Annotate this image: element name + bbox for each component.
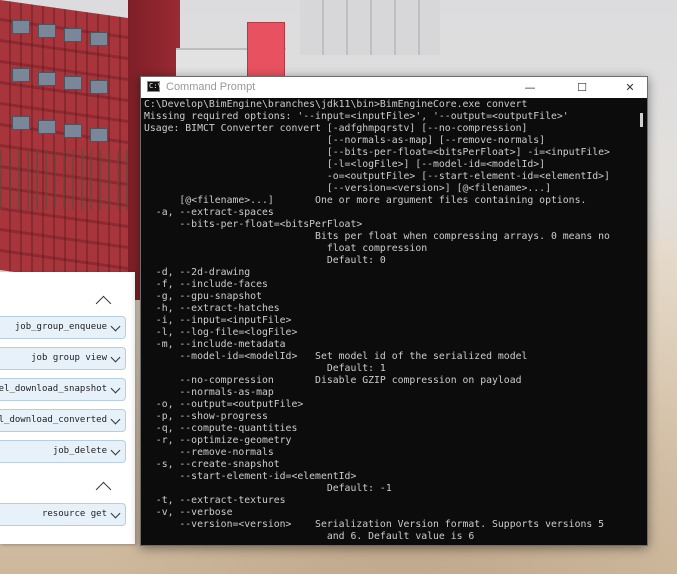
title-bar[interactable]: C:\ Command Prompt — ☐ ✕	[141, 77, 647, 98]
model-download-converted-button[interactable]: odel_download_converted	[0, 409, 126, 432]
job-group-view-button[interactable]: job group view	[0, 347, 126, 370]
building-window	[12, 20, 30, 34]
far-building	[300, 0, 440, 55]
chevron-down-icon[interactable]	[110, 508, 121, 519]
job-button-label: job_delete	[52, 446, 107, 456]
chevron-down-icon[interactable]	[110, 414, 121, 425]
console-line: [--bits-per-float=<bitsPerFloat>] -i=<in…	[144, 147, 610, 158]
resource-get-button[interactable]: resource get	[0, 503, 126, 526]
console-line: C:\Develop\BimEngine\branches\jdk11\bin>…	[144, 99, 528, 110]
console-line: --remove-normals	[144, 447, 274, 458]
console-line: -a, --extract-spaces	[144, 207, 274, 218]
building-window	[90, 128, 108, 142]
console-line: Default: -1	[144, 483, 392, 494]
building-window	[12, 116, 30, 130]
job-button-label: odel_download_converted	[0, 415, 107, 425]
console-line: -r, --optimize-geometry	[144, 435, 292, 446]
console-line: [@<filename>...] One or more argument fi…	[144, 195, 587, 206]
console-line: Default: 1	[144, 363, 386, 374]
pink-block	[247, 22, 285, 80]
building-window	[90, 80, 108, 94]
cmd-app-icon: C:\	[147, 81, 162, 92]
window-title: Command Prompt	[166, 81, 256, 93]
job-button-label: job_group_enqueue	[14, 322, 107, 332]
building-window	[64, 76, 82, 90]
console-line: --normals-as-map	[144, 387, 274, 398]
chevron-down-icon[interactable]	[110, 321, 121, 332]
console-line: -h, --extract-hatches	[144, 303, 280, 314]
console-line: Usage: BIMCT Converter convert [-adfghmp…	[144, 123, 528, 134]
building-window	[12, 68, 30, 82]
console-line: -f, --include-faces	[144, 279, 268, 290]
command-prompt-window[interactable]: C:\ Command Prompt — ☐ ✕ C:\Develop\BimE…	[140, 76, 648, 546]
chevron-down-icon[interactable]	[110, 352, 121, 363]
job-button-label: job group view	[31, 353, 107, 363]
console-line: -p, --show-progress	[144, 411, 268, 422]
console-line: [--normals-as-map] [--remove-normals]	[144, 135, 546, 146]
scrollbar-thumb[interactable]	[640, 113, 643, 127]
console-line: -i, --input=<inputFile>	[144, 315, 292, 326]
console-line: -q, --compute-quantities	[144, 423, 298, 434]
job-button-label: odel_download_snapshot	[0, 384, 107, 394]
console-line: -l, --log-file=<logFile>	[144, 327, 298, 338]
console-line: Missing required options: '--input=<inpu…	[144, 111, 569, 122]
job-delete-button[interactable]: job_delete	[0, 440, 126, 463]
console-line: Bits per float when compressing arrays. …	[144, 231, 610, 242]
chevron-up-icon[interactable]	[95, 481, 112, 498]
console-line: -o, --output=<outputFile>	[144, 399, 304, 410]
console-line: --version=<version> Serialization Versio…	[144, 519, 605, 530]
console-line: --model-id=<modelId> Set model id of the…	[144, 351, 528, 362]
console-line: -v, --verbose	[144, 507, 233, 518]
console-text: C:\Develop\BimEngine\branches\jdk11\bin>…	[144, 99, 636, 543]
console-line: -s, --create-snapshot	[144, 459, 280, 470]
job-button-label: resource get	[41, 509, 107, 519]
chevron-down-icon[interactable]	[110, 383, 121, 394]
building-window	[38, 24, 56, 38]
console-line: -o=<outputFile> [--start-element-id=<ele…	[144, 171, 610, 182]
vertical-scrollbar[interactable]	[637, 99, 647, 545]
job-panel: job_group_enqueue job group view odel_do…	[0, 272, 135, 544]
console-line: [--version=<version>] [@<filename>...]	[144, 183, 551, 194]
red-brick-building	[0, 0, 135, 289]
panel-section-header[interactable]	[0, 286, 135, 320]
console-line: --start-element-id=<elementId>	[144, 471, 357, 482]
panel-section-header[interactable]	[0, 472, 135, 506]
building-window	[38, 120, 56, 134]
building-window	[64, 124, 82, 138]
building-window	[90, 32, 108, 46]
console-line: -m, --include-metadata	[144, 339, 286, 350]
console-line: --no-compression Disable GZIP compressio…	[144, 375, 522, 386]
console-line: --bits-per-float=<bitsPerFloat>	[144, 219, 363, 230]
console-output[interactable]: C:\Develop\BimEngine\branches\jdk11\bin>…	[144, 99, 636, 545]
chevron-up-icon[interactable]	[95, 295, 112, 312]
console-line: and 6. Default value is 6	[144, 531, 475, 542]
console-line: [-l=<logFile>] [--model-id=<modelId>]	[144, 159, 546, 170]
model-download-snapshot-button[interactable]: odel_download_snapshot	[0, 378, 126, 401]
console-line: float compression	[144, 243, 428, 254]
job-group-enqueue-button[interactable]: job_group_enqueue	[0, 316, 126, 339]
console-line: Default: 0	[144, 255, 386, 266]
minimize-button[interactable]: —	[513, 77, 547, 98]
maximize-button[interactable]: ☐	[565, 77, 599, 98]
console-line: -d, --2d-drawing	[144, 267, 251, 278]
chevron-down-icon[interactable]	[110, 445, 121, 456]
console-line: -g, --gpu-snapshot	[144, 291, 262, 302]
building-window	[38, 72, 56, 86]
console-line: -t, --extract-textures	[144, 495, 286, 506]
building-window	[64, 28, 82, 42]
close-button[interactable]: ✕	[613, 77, 647, 98]
